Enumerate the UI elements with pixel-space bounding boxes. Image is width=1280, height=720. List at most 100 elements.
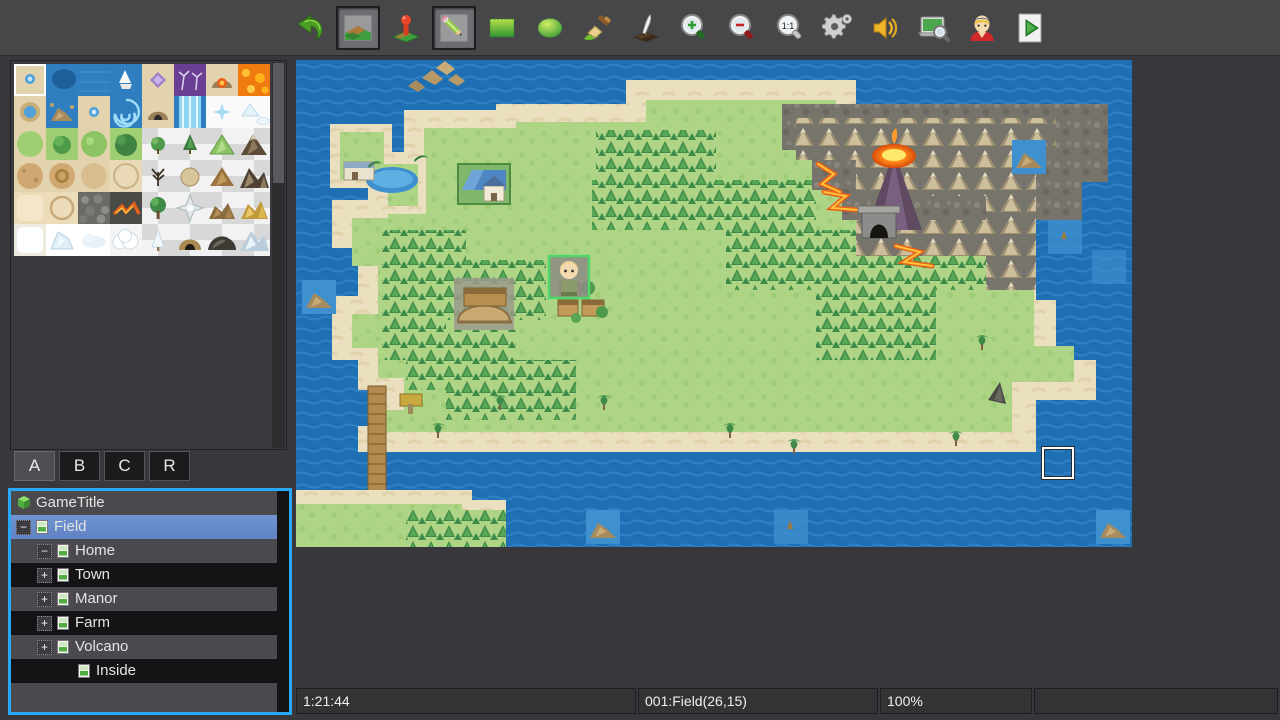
expander-field[interactable]: − [16,519,31,535]
play-button[interactable] [1008,6,1052,50]
tree-node-gametitle[interactable]: GameTitle [11,491,289,515]
tile-mountain-rocky[interactable] [238,160,270,192]
tile-snow-mound[interactable] [238,96,270,128]
tile-tree-round[interactable] [142,192,174,224]
database-button[interactable] [816,6,860,50]
expander-home[interactable]: − [37,543,52,559]
tree-node-town[interactable]: + Town [11,563,289,587]
tile-ocean[interactable] [78,64,110,96]
tile-dirt-plain[interactable] [78,160,110,192]
tile-mountain-dark[interactable] [238,128,270,160]
tile-cloud-wisp[interactable] [78,224,110,256]
tab-c[interactable]: C [104,451,145,481]
sound-button[interactable] [864,6,908,50]
tileset-grid[interactable] [14,64,270,256]
tile-rock-pile-brown[interactable] [206,192,238,224]
tile-snow-tree[interactable] [142,224,174,256]
tile-water-deep-sparkle[interactable] [14,64,46,96]
tile-rock-pile-gold[interactable] [238,192,270,224]
tile-dirt-pale[interactable] [110,160,142,192]
status-bar: 1:21:44 001:Field(26,15) 100% [296,688,1280,714]
tile-hill-brown[interactable] [206,160,238,192]
svg-text:1:1: 1:1 [782,21,795,31]
map-icon [76,663,92,679]
tile-sand-ring[interactable] [46,192,78,224]
toolbar-button-group: 1:1 [288,5,1052,50]
project-cube-icon [16,495,32,511]
event-mode-button[interactable] [384,6,428,50]
tab-a[interactable]: A [14,451,55,481]
tile-ocean-deep[interactable] [46,64,78,96]
tile-crystal-star[interactable] [174,192,206,224]
tab-b[interactable]: B [59,451,100,481]
tile-sand-lava-rock[interactable] [206,64,238,96]
tree-scrollbar[interactable] [277,491,289,712]
zoom-in-button[interactable] [672,6,716,50]
tree-node-field[interactable]: − Field [11,515,289,539]
tile-pine-tree[interactable] [174,128,206,160]
map-canvas[interactable] [296,60,1132,547]
map-tree-panel[interactable]: GameTitle − Field − Home + Town + Manor … [8,488,292,715]
map-layer-button[interactable] [336,5,380,50]
tile-cave-dark[interactable] [174,224,206,256]
database-icon [822,13,852,39]
tile-reef-rocks[interactable] [46,96,78,128]
tile-sand-water-drop[interactable] [78,96,110,128]
tree-node-volcano[interactable]: + Volcano [11,635,289,659]
tile-sand-pond[interactable] [14,96,46,128]
tile-stone-round[interactable] [174,160,206,192]
tile-lava-crack[interactable] [110,192,142,224]
tile-snow-plain[interactable] [14,224,46,256]
tile-forest-dark[interactable] [110,128,142,160]
ellipse-tool-button[interactable] [528,6,572,50]
palette-scrollbar[interactable] [272,62,285,448]
player-sprite [547,254,591,300]
tile-hill-green[interactable] [206,128,238,160]
tile-lava-field[interactable] [238,64,270,96]
tile-snow-sparkle[interactable] [206,96,238,128]
house-blue-roof [457,163,511,205]
expander-volcano[interactable]: + [37,639,52,655]
shadow-pen-button[interactable] [624,6,668,50]
tree-node-home[interactable]: − Home [11,539,289,563]
zoom-out-button[interactable] [720,6,764,50]
shadow-pen-icon [633,13,659,42]
playtest-button[interactable] [912,6,956,50]
tile-rock-dark[interactable] [206,224,238,256]
tile-ice-shard[interactable] [46,224,78,256]
tile-sand-gem[interactable] [142,64,174,96]
rectangle-tool-button[interactable] [480,6,524,50]
expander-farm[interactable]: + [37,615,52,631]
tile-grass-light[interactable] [14,128,46,160]
tree-node-manor[interactable]: + Manor [11,587,289,611]
map-tree-list[interactable]: GameTitle − Field − Home + Town + Manor … [11,491,289,712]
zoom-actual-button[interactable]: 1:1 [768,6,812,50]
tile-sand-pale[interactable] [14,192,46,224]
tile-dead-tree[interactable] [142,160,174,192]
expander-town[interactable]: + [37,567,52,583]
tile-dirt-crater[interactable] [46,160,78,192]
character-button[interactable] [960,6,1004,50]
tile-grass-tall[interactable] [78,128,110,160]
pencil-button[interactable] [432,5,476,50]
flood-fill-button[interactable] [576,6,620,50]
tile-ocean-ship[interactable] [110,64,142,96]
expander-manor[interactable]: + [37,591,52,607]
palette-scroll-thumb[interactable] [273,63,284,183]
tile-cobblestone[interactable] [78,192,110,224]
tileset-palette-panel[interactable] [10,60,287,450]
tile-sand-cave-mouth[interactable] [142,96,174,128]
tile-cloud-puff[interactable] [110,224,142,256]
tile-dirt-rough[interactable] [14,160,46,192]
tile-purple-thorns[interactable] [174,64,206,96]
tile-bush-round[interactable] [142,128,174,160]
tree-node-inside[interactable]: Inside [11,659,289,683]
tile-whirlpool[interactable] [110,96,142,128]
tile-ice-mountain[interactable] [238,224,270,256]
tree-node-farm[interactable]: + Farm [11,611,289,635]
tile-waterfall[interactable] [174,96,206,128]
tab-r[interactable]: R [149,451,190,481]
tile-grass-bush[interactable] [46,128,78,160]
undo-button[interactable] [288,6,332,50]
cave-entrance [857,205,901,239]
